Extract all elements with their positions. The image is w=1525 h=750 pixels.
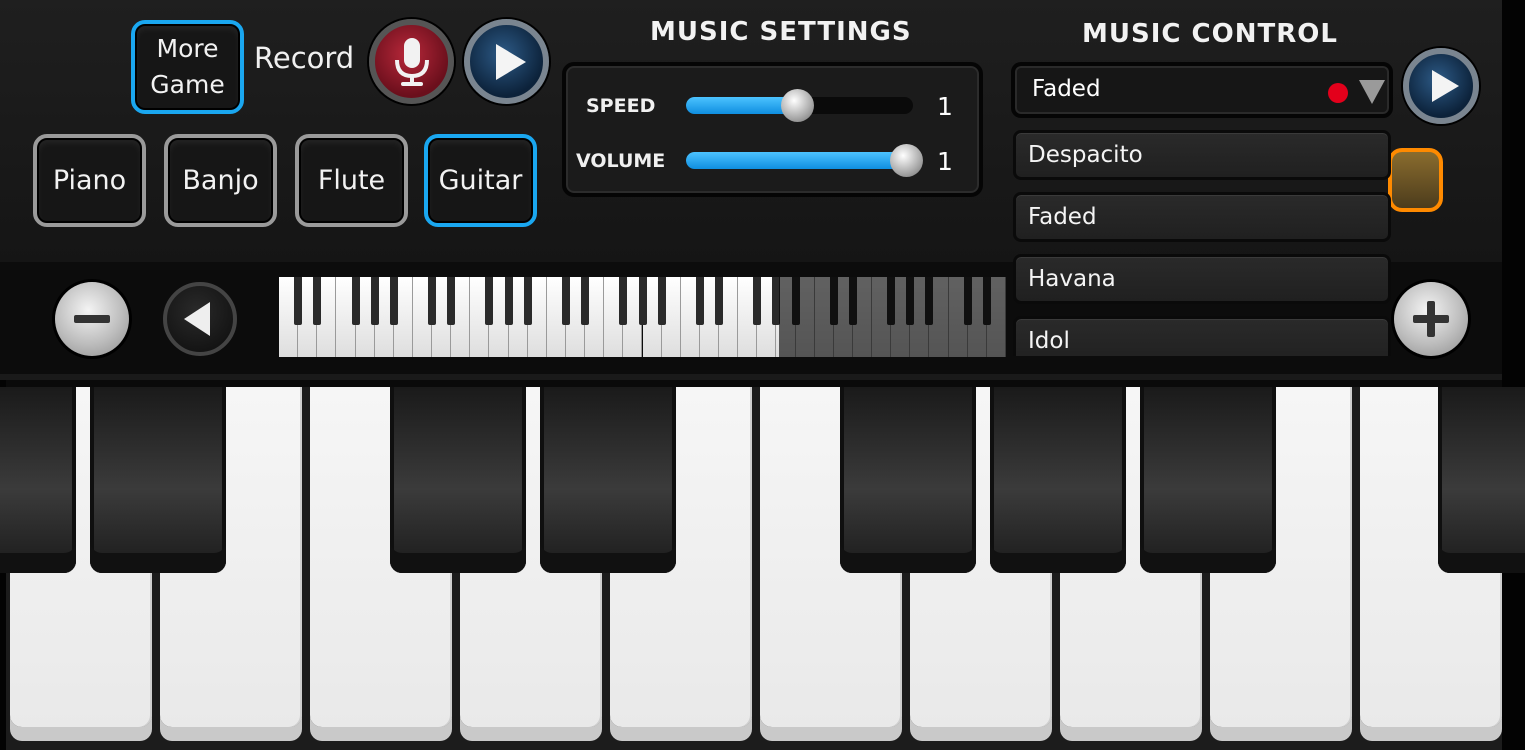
black-key[interactable]	[390, 387, 526, 573]
music-settings-title: MUSIC SETTINGS	[650, 17, 912, 47]
mini-black-key	[351, 277, 360, 325]
instrument-piano-button[interactable]: Piano	[33, 134, 146, 227]
triangle-down-icon	[1359, 80, 1385, 104]
scroll-left-button[interactable]	[163, 282, 237, 356]
mini-black-key	[581, 277, 590, 325]
song-list-clip: Idol	[1013, 316, 1393, 356]
song-option[interactable]: Despacito	[1013, 130, 1391, 180]
instrument-label: Piano	[52, 165, 127, 196]
speed-value: 1	[937, 92, 953, 121]
mini-black-key	[485, 277, 494, 325]
volume-slider-knob[interactable]	[890, 144, 924, 177]
selected-song: Faded	[1032, 76, 1101, 102]
record-label: Record	[254, 41, 355, 75]
mini-black-key	[447, 277, 456, 325]
speed-label: SPEED	[586, 95, 656, 117]
microphone-icon	[394, 37, 429, 86]
mini-black-key	[695, 277, 704, 325]
piano-keyboard	[0, 387, 1525, 750]
mini-black-key	[370, 277, 379, 325]
black-key[interactable]	[0, 387, 76, 573]
mini-black-key	[523, 277, 532, 325]
orange-button[interactable]	[1388, 148, 1443, 212]
volume-slider-fill	[686, 152, 907, 169]
play-icon	[1431, 70, 1459, 102]
right-edge	[1502, 0, 1525, 750]
song-option[interactable]: Faded	[1013, 192, 1391, 242]
instrument-banjo-button[interactable]: Banjo	[164, 134, 277, 227]
song-select[interactable]: Faded	[1011, 62, 1393, 118]
speed-slider[interactable]	[686, 89, 913, 122]
mini-black-key	[504, 277, 513, 325]
navigator-outside-shade	[779, 277, 1006, 357]
play-song-button[interactable]	[1403, 48, 1479, 124]
instrument-label: Flute	[317, 165, 386, 196]
mini-keyboard-navigator[interactable]	[279, 277, 1006, 357]
mini-black-key	[753, 277, 762, 325]
mini-black-key	[561, 277, 570, 325]
more-game-label-2: Game	[150, 70, 225, 99]
volume-value: 1	[937, 147, 953, 176]
black-key[interactable]	[990, 387, 1126, 573]
mini-black-key	[715, 277, 724, 325]
song-option[interactable]: Idol	[1013, 316, 1391, 356]
mini-black-key	[657, 277, 666, 325]
black-key[interactable]	[90, 387, 226, 573]
status-dot	[1328, 83, 1348, 103]
black-key[interactable]	[1438, 387, 1525, 573]
mini-black-key	[389, 277, 398, 325]
triangle-left-icon	[184, 302, 210, 336]
record-button[interactable]	[369, 19, 454, 104]
mini-black-key	[638, 277, 647, 325]
music-settings-panel: SPEED 1 VOLUME 1	[562, 62, 983, 197]
zoom-out-button[interactable]	[55, 282, 129, 356]
more-game-button[interactable]: More Game	[131, 20, 244, 114]
plus-icon	[1413, 301, 1449, 337]
instrument-label: Guitar	[438, 165, 523, 196]
speed-slider-knob[interactable]	[781, 89, 815, 122]
play-recording-button[interactable]	[464, 19, 549, 104]
more-game-label-1: More	[156, 34, 219, 63]
volume-label: VOLUME	[576, 150, 666, 172]
mini-black-key	[294, 277, 303, 325]
volume-slider[interactable]	[686, 144, 924, 177]
instrument-guitar-button[interactable]: Guitar	[424, 134, 537, 227]
instrument-flute-button[interactable]: Flute	[295, 134, 408, 227]
black-key[interactable]	[840, 387, 976, 573]
play-icon	[495, 43, 526, 80]
minus-icon	[74, 315, 110, 323]
zoom-in-button[interactable]	[1394, 282, 1468, 356]
mini-black-key	[619, 277, 628, 325]
music-control-title: MUSIC CONTROL	[1082, 19, 1338, 49]
instrument-label: Banjo	[182, 165, 259, 196]
song-option[interactable]: Havana	[1013, 254, 1391, 304]
black-key[interactable]	[1140, 387, 1276, 573]
mini-black-key	[313, 277, 322, 325]
mini-black-key	[428, 277, 437, 325]
black-key[interactable]	[540, 387, 676, 573]
